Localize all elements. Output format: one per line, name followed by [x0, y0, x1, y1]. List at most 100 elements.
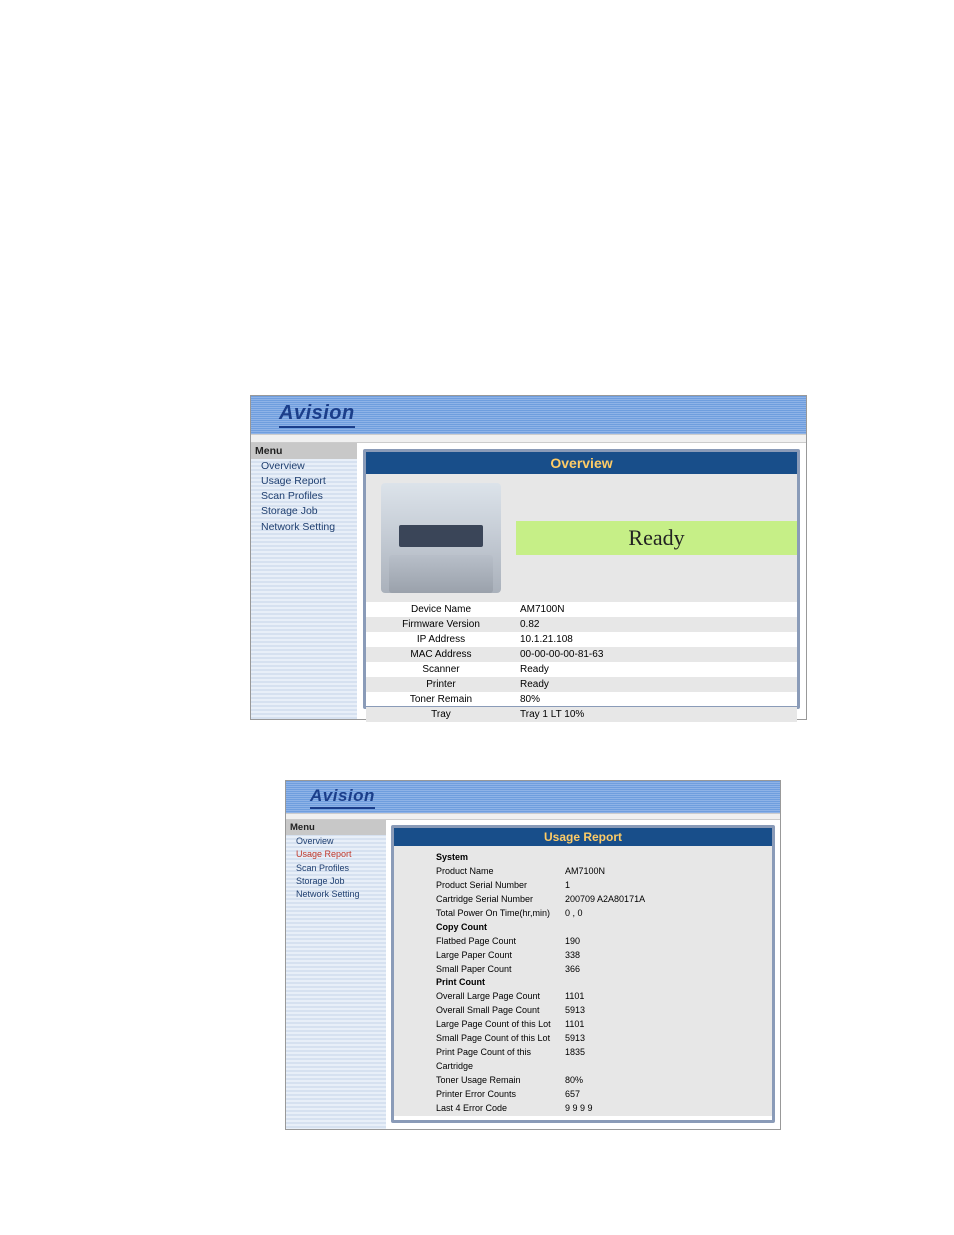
info-val: 80% [516, 692, 797, 707]
brand-logo: Avision [279, 402, 355, 428]
header-bar: Avision [251, 396, 806, 434]
info-row: IP Address10.1.21.108 [366, 632, 797, 647]
overview-panel: Overview Ready Device NameAM7100N Firmwa… [363, 449, 800, 709]
sidebar-item-scan-profiles[interactable]: Scan Profiles [286, 862, 386, 875]
usage-val: 1 [563, 879, 768, 893]
info-val: Ready [516, 677, 797, 692]
usage-key: Large Paper Count [398, 949, 563, 963]
info-key: Firmware Version [366, 617, 516, 632]
usage-row: Total Power On Time(hr,min)0 , 0 [394, 907, 772, 921]
info-row: MAC Address00-00-00-00-81-63 [366, 647, 797, 662]
body: Menu Overview Usage Report Scan Profiles… [286, 820, 780, 1129]
usage-val: 5913 [563, 1032, 768, 1046]
usage-key: Small Page Count of this Lot [398, 1032, 563, 1046]
sidebar-item-storage-job[interactable]: Storage Job [251, 504, 357, 519]
info-row: Firmware Version0.82 [366, 617, 797, 632]
usage-row: Overall Large Page Count1101 [394, 990, 772, 1004]
info-row: Device NameAM7100N [366, 602, 797, 617]
info-val: 10.1.21.108 [516, 632, 797, 647]
sidebar-item-overview[interactable]: Overview [286, 835, 386, 848]
info-val: AM7100N [516, 602, 797, 617]
usage-key: Small Paper Count [398, 963, 563, 977]
usage-val: 657 [563, 1088, 768, 1102]
info-key: Tray [366, 707, 516, 722]
info-row: ScannerReady [366, 662, 797, 677]
printer-icon [381, 483, 501, 593]
separator [286, 813, 780, 820]
panel-title: Overview [366, 452, 797, 474]
usage-val: 1101 [563, 1018, 768, 1032]
usage-row: Product Serial Number1 [394, 879, 772, 893]
sidebar-item-usage-report[interactable]: Usage Report [286, 848, 386, 861]
separator [251, 434, 806, 443]
usage-val: 366 [563, 963, 768, 977]
usage-panel: Usage Report System Product NameAM7100N … [391, 825, 775, 1123]
usage-key: Printer Error Counts [398, 1088, 563, 1102]
usage-val: 0 , 0 [563, 907, 768, 921]
usage-row: Flatbed Page Count190 [394, 935, 772, 949]
usage-val: AM7100N [563, 865, 768, 879]
info-key: Scanner [366, 662, 516, 677]
info-val: 0.82 [516, 617, 797, 632]
body: Menu Overview Usage Report Scan Profiles… [251, 443, 806, 719]
sidebar-item-network-setting[interactable]: Network Setting [286, 888, 386, 901]
sidebar-item-usage-report[interactable]: Usage Report [251, 474, 357, 489]
usage-key: Overall Small Page Count [398, 1004, 563, 1018]
sidebar: Menu Overview Usage Report Scan Profiles… [251, 443, 357, 719]
overview-screenshot: Avision Menu Overview Usage Report Scan … [250, 395, 807, 720]
usage-key: Overall Large Page Count [398, 990, 563, 1004]
printer-image-cell [366, 474, 516, 602]
panel-title: Usage Report [394, 828, 772, 846]
usage-val: 5913 [563, 1004, 768, 1018]
usage-key: Flatbed Page Count [398, 935, 563, 949]
info-row: Toner Remain80% [366, 692, 797, 707]
info-val: Tray 1 LT 10% [516, 707, 797, 722]
main-area: Overview Ready Device NameAM7100N Firmwa… [357, 443, 806, 719]
usage-key: Last 4 Error Code [398, 1102, 563, 1116]
menu-header: Menu [286, 820, 386, 835]
header-bar: Avision [286, 781, 780, 813]
status-ready: Ready [516, 521, 797, 555]
sidebar-item-overview[interactable]: Overview [251, 459, 357, 474]
usage-row: Overall Small Page Count5913 [394, 1004, 772, 1018]
info-key: Device Name [366, 602, 516, 617]
usage-row: Small Paper Count366 [394, 963, 772, 977]
usage-row: Small Page Count of this Lot5913 [394, 1032, 772, 1046]
info-row: PrinterReady [366, 677, 797, 692]
usage-row: Last 4 Error Code9 9 9 9 [394, 1102, 772, 1116]
usage-row: Large Paper Count338 [394, 949, 772, 963]
usage-val: 9 9 9 9 [563, 1102, 768, 1116]
sidebar: Menu Overview Usage Report Scan Profiles… [286, 820, 386, 1129]
usage-key: Product Serial Number [398, 879, 563, 893]
usage-val: 1835 [563, 1046, 768, 1074]
usage-val: 190 [563, 935, 768, 949]
usage-row: Print Page Count of this Cartridge1835 [394, 1046, 772, 1074]
info-key: Toner Remain [366, 692, 516, 707]
info-key: Printer [366, 677, 516, 692]
usage-key: Large Page Count of this Lot [398, 1018, 563, 1032]
usage-val: 200709 A2A80171A [563, 893, 768, 907]
usage-val: 80% [563, 1074, 768, 1088]
usage-val: 338 [563, 949, 768, 963]
usage-row: Large Page Count of this Lot1101 [394, 1018, 772, 1032]
brand-logo: Avision [310, 786, 375, 809]
info-table: Device NameAM7100N Firmware Version0.82 … [366, 602, 797, 722]
info-row: TrayTray 1 LT 10% [366, 707, 797, 722]
usage-row: Toner Usage Remain80% [394, 1074, 772, 1088]
usage-table: System Product NameAM7100N Product Seria… [394, 846, 772, 1116]
section-header: System [394, 848, 772, 865]
usage-key: Total Power On Time(hr,min) [398, 907, 563, 921]
info-val: 00-00-00-00-81-63 [516, 647, 797, 662]
usage-key: Print Page Count of this Cartridge [398, 1046, 563, 1074]
status-cell: Ready [516, 474, 797, 602]
sidebar-item-scan-profiles[interactable]: Scan Profiles [251, 489, 357, 504]
sidebar-item-storage-job[interactable]: Storage Job [286, 875, 386, 888]
main-area: Usage Report System Product NameAM7100N … [386, 820, 780, 1129]
usage-report-screenshot: Avision Menu Overview Usage Report Scan … [285, 780, 781, 1130]
info-key: MAC Address [366, 647, 516, 662]
section-header: Print Count [394, 976, 772, 990]
section-header: Copy Count [394, 921, 772, 935]
usage-row: Product NameAM7100N [394, 865, 772, 879]
sidebar-item-network-setting[interactable]: Network Setting [251, 520, 357, 535]
overview-top: Ready [366, 474, 797, 602]
